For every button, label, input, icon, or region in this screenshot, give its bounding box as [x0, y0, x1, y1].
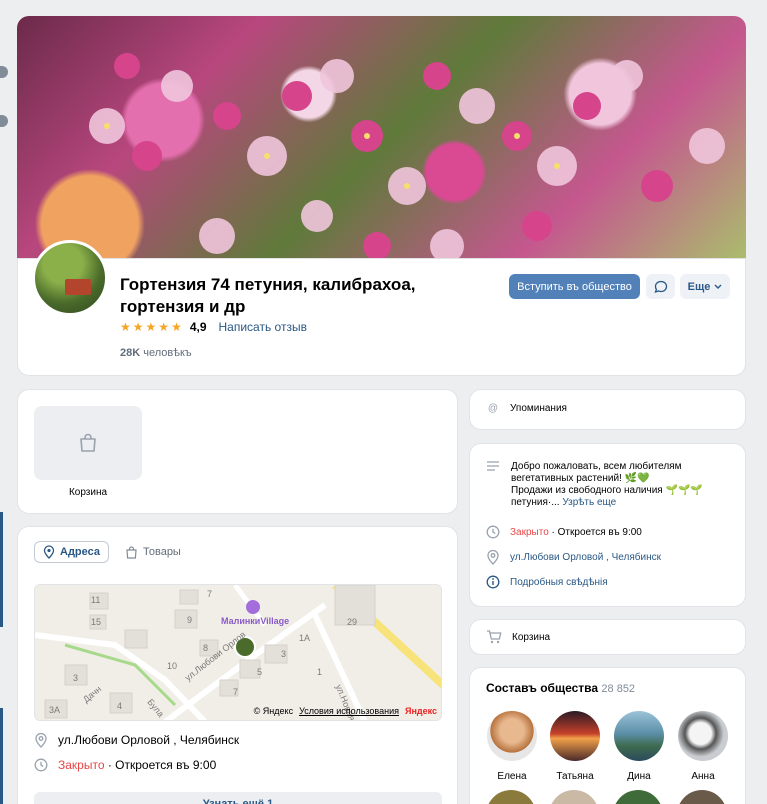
map-label: 29 [347, 617, 358, 627]
rating-value: 4,9 [189, 320, 207, 334]
star-icon: ★ [132, 320, 144, 334]
group-avatar[interactable] [32, 240, 108, 316]
map-label: 3 [281, 649, 287, 659]
chevron-down-icon [714, 284, 722, 289]
tab-products[interactable]: Товары [117, 541, 189, 563]
address-tabs: Адреса Товары [34, 541, 189, 563]
map-label: 8 [203, 643, 209, 653]
star-icon: ★ [171, 320, 182, 334]
members-title[interactable]: Составъ общества 28 852 [486, 681, 635, 695]
write-review-link[interactable]: Написать отзыв [219, 320, 307, 334]
show-more-button[interactable]: Узнать ещё 1 [34, 792, 442, 804]
member-item[interactable]: Анна [677, 711, 729, 782]
details-row[interactable]: Подробныя свѣдѣнія [486, 575, 608, 589]
shopping-bag-icon [126, 545, 137, 559]
map-label: 7 [207, 589, 213, 599]
map-terms-link[interactable]: Условия использования [299, 706, 399, 716]
map-label: 3А [49, 705, 61, 715]
message-icon [653, 280, 667, 293]
hours-row: Закрыто · Откроется въ 9:00 [34, 758, 216, 772]
avatar [614, 711, 664, 761]
shopping-bag-icon [80, 433, 96, 452]
map-label: 9 [187, 615, 193, 625]
shopping-cart-icon [487, 630, 502, 644]
read-more-link[interactable]: Узрѣть еще [562, 497, 616, 508]
member-item[interactable]: Дина [613, 711, 665, 782]
cart-label: Корзина [68, 487, 108, 498]
star-icon: ★ [158, 320, 170, 334]
at-sign-icon: @ [487, 403, 499, 414]
group-description: Добро пожаловать, всем любителям вегетат… [511, 461, 703, 508]
mentions-card[interactable]: @ Упоминания [469, 389, 746, 430]
map-pin-icon [35, 732, 47, 748]
yandex-logo: Яндекс [404, 706, 437, 716]
map-label: 5 [257, 667, 263, 677]
map-label: 3 [73, 673, 79, 683]
map-label: 4 [117, 701, 123, 711]
map-label: 10 [167, 661, 178, 671]
sidebar-edge-marker [0, 66, 8, 78]
map-footer: © Яндекс Условия использования Яндекс [253, 706, 437, 716]
cart-link-card[interactable]: Корзина [469, 619, 746, 655]
cover-image [17, 16, 746, 276]
avatar [487, 711, 537, 761]
text-lines-icon [487, 461, 499, 471]
sidebar-edge-line [0, 512, 3, 627]
info-icon [486, 575, 500, 589]
tab-addresses[interactable]: Адреса [34, 541, 109, 563]
clock-icon [486, 525, 500, 539]
member-item[interactable]: Татьяна [549, 711, 601, 782]
map-label: 15 [91, 617, 102, 627]
message-button[interactable] [646, 274, 675, 299]
map-label: 1 [317, 667, 323, 677]
cart-tile[interactable] [34, 406, 142, 480]
address-row[interactable]: ул.Любови Орловой , Челябинск [34, 732, 239, 748]
map-view[interactable]: МалинкиVillage 11 15 7 9 8 10 1А 29 3 5 … [34, 584, 442, 721]
map-pin-icon [487, 549, 499, 565]
addresses-card: Адреса Товары МалинкиVillage 11 15 7 9 8… [17, 526, 458, 804]
map-label: 11 [91, 595, 101, 605]
map-label: 1А [299, 633, 311, 643]
star-icon: ★ [120, 320, 131, 334]
join-group-button[interactable]: Вступить въ общество [509, 274, 640, 299]
star-icon: ★ [145, 320, 157, 334]
more-button[interactable]: Еще [680, 274, 730, 299]
group-rating: ★ ★ ★ ★ ★ 4,9 Написать отзыв [120, 320, 307, 334]
cart-card: Корзина [17, 389, 458, 514]
sidebar-edge-line [0, 708, 3, 804]
avatar [550, 711, 600, 761]
clock-icon [34, 758, 48, 772]
map-pin-icon [43, 545, 55, 559]
map-label: МалинкиVillage [221, 616, 290, 626]
avatar [678, 711, 728, 761]
map-label: 7 [233, 687, 239, 697]
sidebar-edge-marker [0, 115, 8, 127]
member-item[interactable]: Елена [486, 711, 538, 782]
group-title: Гортензия 74 петуния, калибрахоа, гортен… [120, 275, 416, 316]
members-count[interactable]: 28K человѣкъ [120, 347, 192, 359]
address-row[interactable]: ул.Любови Орловой , Челябинск [486, 549, 661, 565]
